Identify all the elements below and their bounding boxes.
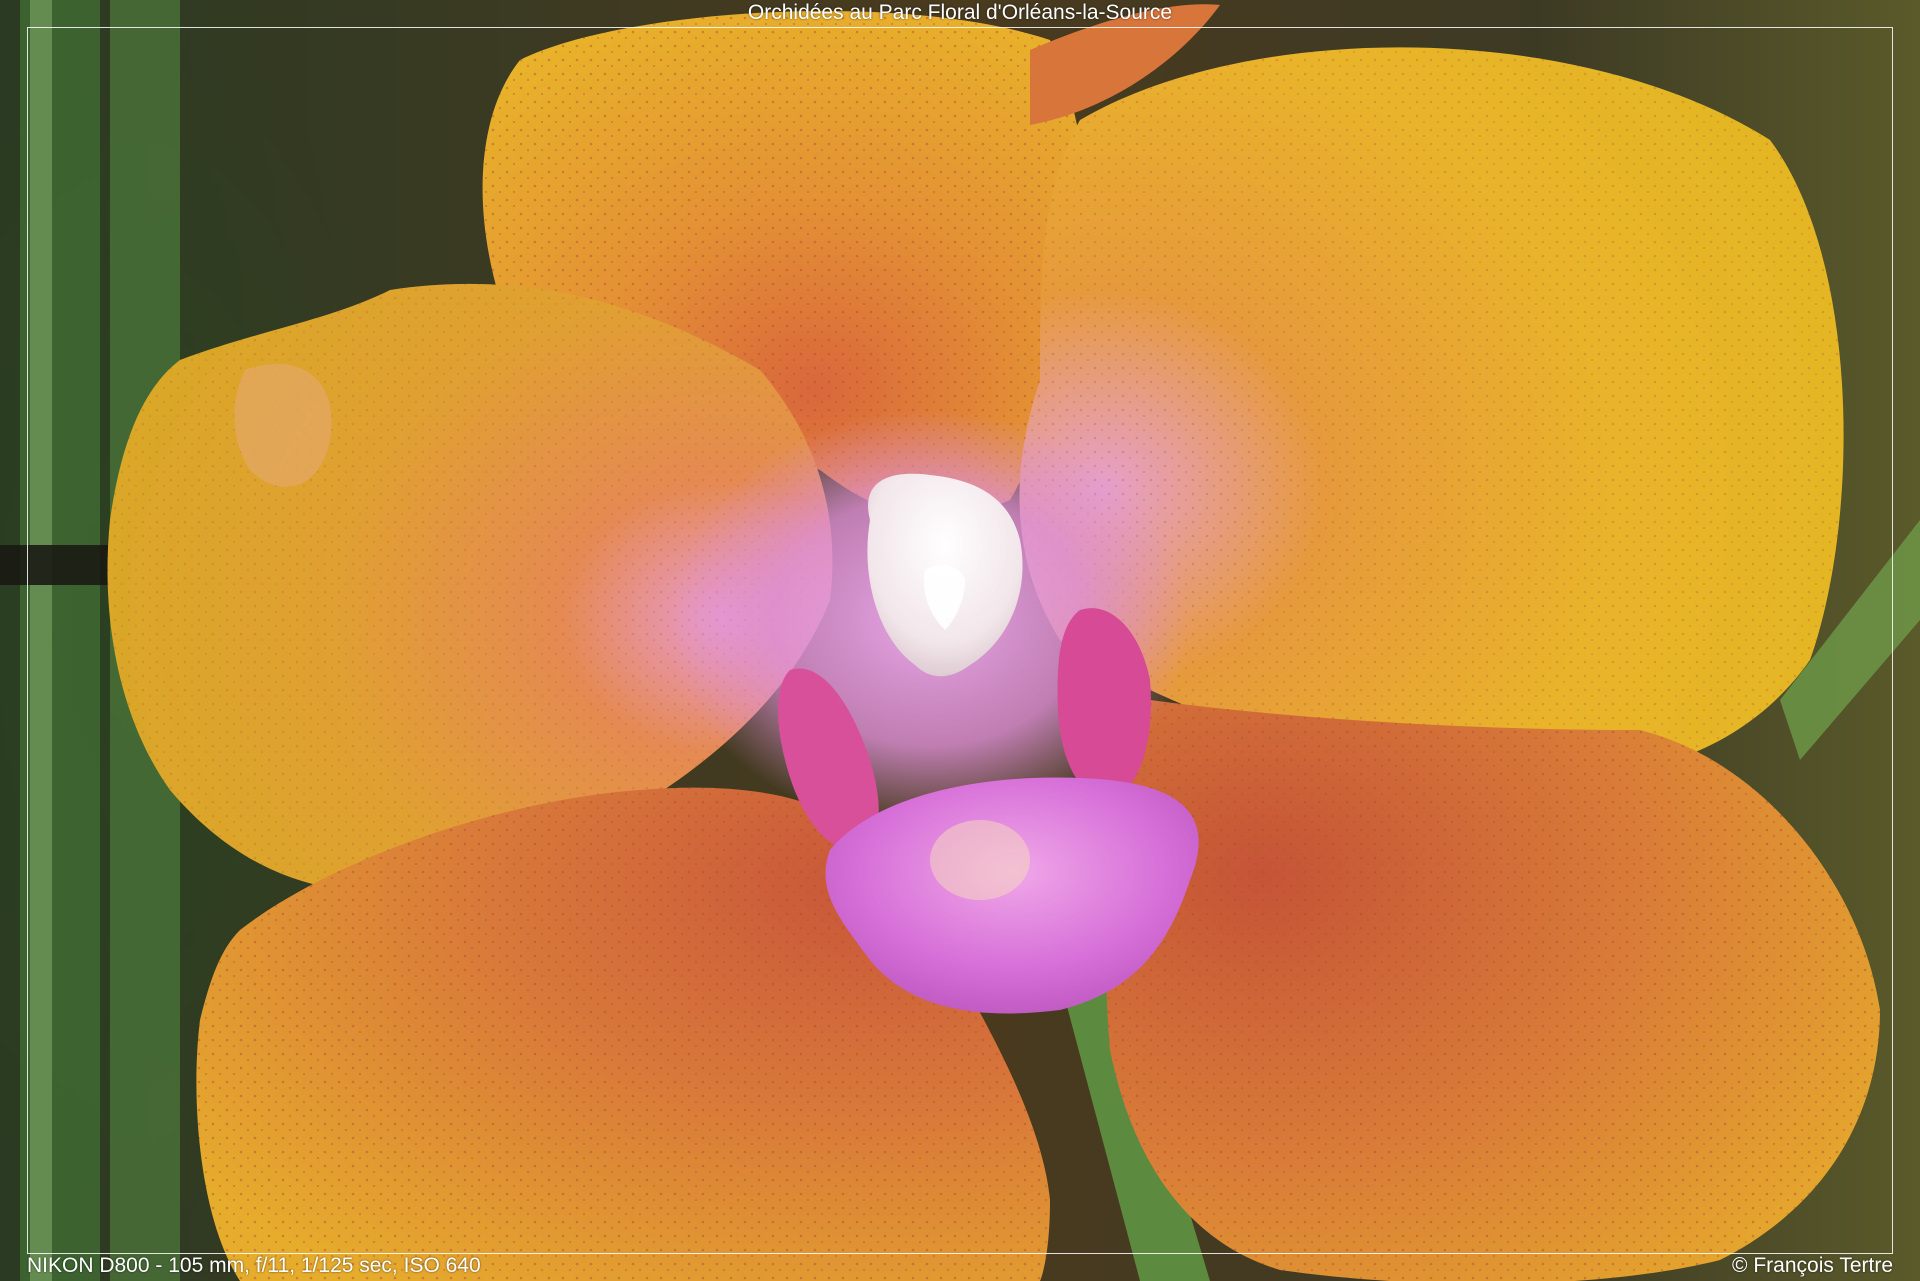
orchid-illustration — [0, 0, 1920, 1281]
camera-info: NIKON D800 - 105 mm, f/11, 1/125 sec, IS… — [27, 1254, 481, 1277]
photo-title: Orchidées au Parc Floral d'Orléans-la-So… — [747, 1, 1173, 24]
orchid-photo — [0, 0, 1920, 1281]
copyright-notice: © François Tertre — [1732, 1254, 1893, 1277]
